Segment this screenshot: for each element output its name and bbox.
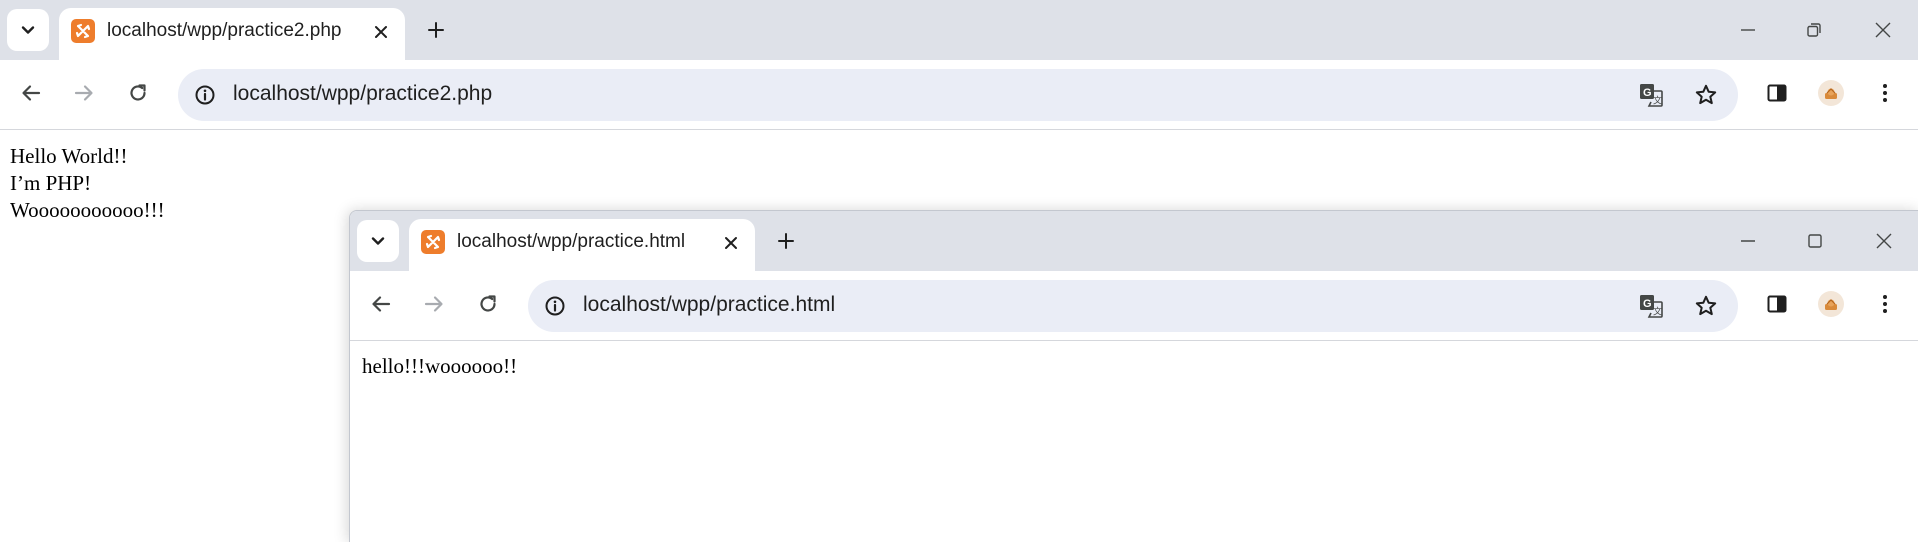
chrome-menu-button[interactable] — [1864, 72, 1906, 114]
chevron-down-icon — [371, 237, 385, 245]
translate-icon: G文 — [1640, 84, 1663, 107]
close-icon — [725, 237, 737, 249]
address-bar[interactable]: localhost/wpp/practice.html G文 — [528, 280, 1738, 332]
minimize-icon — [1741, 29, 1755, 31]
profile-button[interactable] — [1810, 283, 1852, 325]
tab-strip: localhost/wpp/practice.html — [350, 211, 1918, 271]
address-bar[interactable]: localhost/wpp/practice2.php G文 — [178, 69, 1738, 121]
page-text-line-3: Wooooooooooo!!! — [10, 198, 165, 222]
new-tab-button[interactable] — [418, 12, 454, 48]
close-window-button[interactable] — [1862, 219, 1906, 263]
tab-search-button[interactable] — [7, 9, 49, 51]
reload-button[interactable] — [467, 283, 509, 325]
svg-text:文: 文 — [1653, 306, 1662, 317]
svg-text:G: G — [1643, 87, 1652, 99]
forward-arrow-icon — [424, 296, 443, 312]
secondary-browser-window: localhost/wpp/practice.html localhost/wp… — [349, 210, 1918, 542]
forward-arrow-icon — [74, 85, 93, 101]
page-text-line-2: I’m PHP! — [10, 171, 92, 195]
close-icon — [375, 26, 387, 38]
url-text[interactable]: localhost/wpp/practice2.php — [233, 82, 492, 106]
close-tab-button[interactable] — [719, 231, 743, 255]
tab-search-button[interactable] — [357, 220, 399, 262]
side-panel-icon — [1767, 295, 1787, 313]
new-tab-button[interactable] — [768, 223, 804, 259]
close-icon — [1875, 22, 1891, 38]
info-icon — [545, 296, 565, 316]
minimize-icon — [1741, 240, 1755, 242]
minimize-button[interactable] — [1726, 8, 1770, 52]
back-arrow-icon — [372, 296, 391, 312]
page-text: hello!!!woooooo!! — [362, 354, 518, 378]
toolbar: localhost/wpp/practice.html G文 — [350, 271, 1918, 341]
plus-icon — [428, 22, 444, 38]
back-button[interactable] — [360, 283, 402, 325]
tab-title: localhost/wpp/practice.html — [457, 231, 686, 252]
profile-avatar — [1818, 80, 1844, 106]
bookmark-star-button[interactable] — [1689, 289, 1723, 323]
page-text-line-1: Hello World!! — [10, 144, 128, 168]
profile-avatar — [1818, 291, 1844, 317]
forward-button[interactable] — [413, 283, 455, 325]
translate-icon: G文 — [1640, 295, 1663, 318]
close-icon — [1876, 233, 1892, 249]
chrome-menu-button[interactable] — [1864, 283, 1906, 325]
profile-button[interactable] — [1810, 72, 1852, 114]
info-icon — [195, 85, 215, 105]
back-button[interactable] — [10, 72, 52, 114]
tab-practice[interactable]: localhost/wpp/practice.html — [409, 219, 755, 271]
url-text[interactable]: localhost/wpp/practice.html — [583, 293, 835, 317]
kebab-menu-icon — [1883, 295, 1887, 313]
plus-icon — [778, 233, 794, 249]
tab-strip: localhost/wpp/practice2.php — [0, 0, 1918, 60]
kebab-menu-icon — [1883, 84, 1887, 102]
side-panel-icon — [1767, 84, 1787, 102]
svg-text:文: 文 — [1653, 95, 1662, 106]
reload-button[interactable] — [117, 72, 159, 114]
restore-button[interactable] — [1792, 8, 1836, 52]
xampp-icon — [421, 230, 445, 254]
close-tab-button[interactable] — [369, 20, 393, 44]
maximize-button[interactable] — [1793, 219, 1837, 263]
maximize-icon — [1808, 234, 1822, 248]
translate-button[interactable]: G文 — [1634, 289, 1668, 323]
toolbar: localhost/wpp/practice2.php G文 — [0, 60, 1918, 130]
star-icon — [1695, 84, 1717, 105]
bookmark-star-button[interactable] — [1689, 78, 1723, 112]
chevron-down-icon — [21, 26, 35, 34]
site-info-button[interactable] — [188, 78, 222, 112]
forward-button[interactable] — [63, 72, 105, 114]
reload-icon — [130, 84, 146, 101]
site-info-button[interactable] — [538, 289, 572, 323]
side-panel-button[interactable] — [1756, 283, 1798, 325]
reload-icon — [480, 295, 496, 312]
xampp-icon — [71, 19, 95, 43]
tab-title: localhost/wpp/practice2.php — [107, 20, 342, 41]
minimize-button[interactable] — [1726, 219, 1770, 263]
tab-practice2[interactable]: localhost/wpp/practice2.php — [59, 8, 405, 60]
translate-button[interactable]: G文 — [1634, 78, 1668, 112]
svg-text:G: G — [1643, 298, 1652, 310]
close-window-button[interactable] — [1861, 8, 1905, 52]
side-panel-button[interactable] — [1756, 72, 1798, 114]
restore-icon — [1807, 23, 1821, 37]
star-icon — [1695, 295, 1717, 316]
back-arrow-icon — [22, 85, 41, 101]
